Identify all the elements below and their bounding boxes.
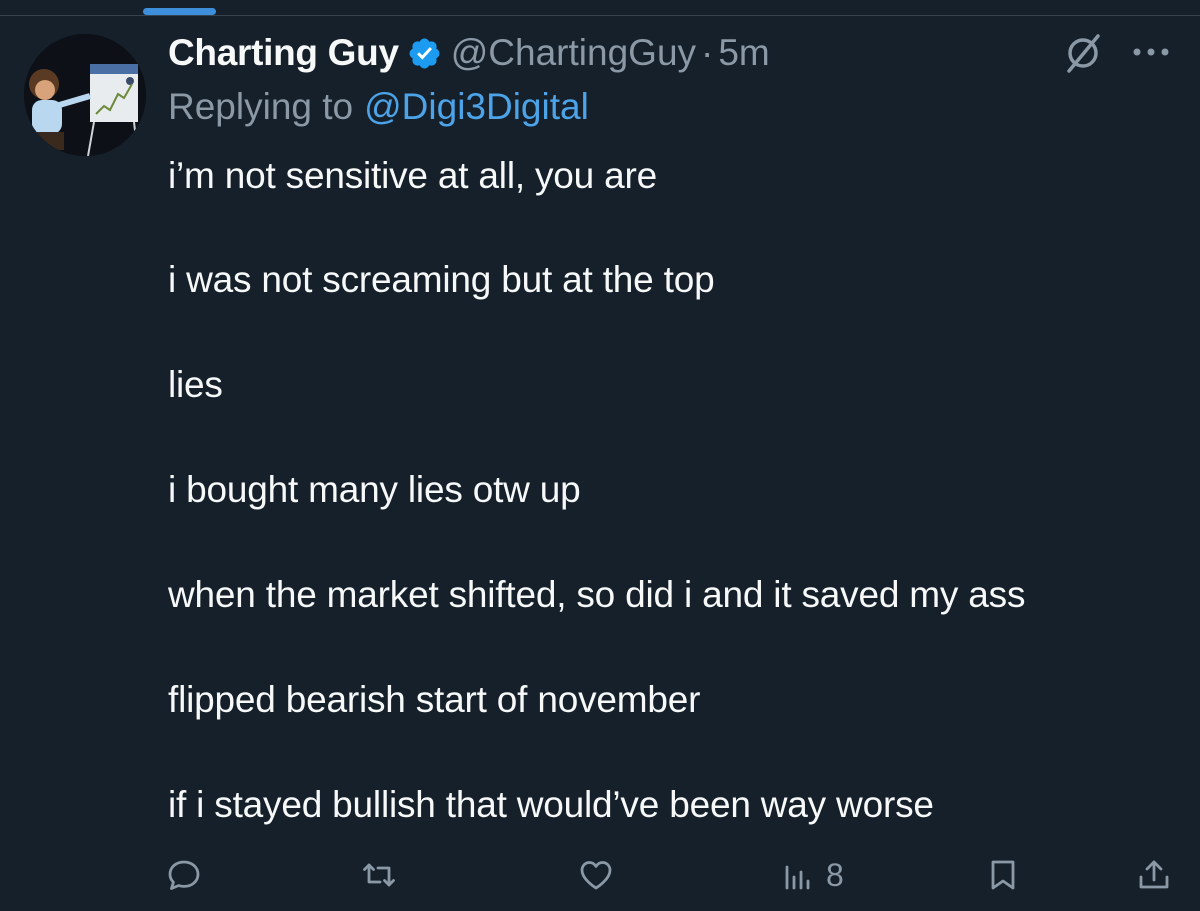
- verified-badge-icon[interactable]: [407, 36, 442, 71]
- views-button[interactable]: 8: [780, 845, 844, 905]
- divider: [0, 15, 1200, 16]
- handle[interactable]: @ChartingGuy: [451, 32, 696, 74]
- timestamp[interactable]: 5m: [718, 32, 769, 74]
- scroll-indicator: [143, 8, 216, 15]
- tweet-screen: Charting Guy @ChartingGuy · 5m Replying …: [0, 0, 1200, 911]
- replying-to-line: Replying to @Digi3Digital: [168, 82, 589, 132]
- reply-icon: [166, 857, 202, 893]
- display-name[interactable]: Charting Guy: [168, 32, 399, 74]
- tweet-line-5: when the market shifted, so did i and it…: [168, 574, 1026, 615]
- tweet-line-1: i’m not sensitive at all, you are: [168, 155, 658, 196]
- like-button[interactable]: [578, 845, 614, 905]
- tweet-line-3: lies: [168, 364, 223, 405]
- share-icon: [1136, 857, 1172, 893]
- grok-icon[interactable]: [1060, 30, 1106, 76]
- views-icon: [780, 857, 816, 893]
- reply-button[interactable]: [166, 845, 202, 905]
- bookmark-button[interactable]: [985, 845, 1021, 905]
- more-options-icon[interactable]: [1128, 34, 1174, 70]
- tweet-line-4: i bought many lies otw up: [168, 469, 581, 510]
- tweet-header: Charting Guy @ChartingGuy · 5m: [168, 28, 770, 78]
- replying-to-link[interactable]: @Digi3Digital: [364, 86, 589, 128]
- bookmark-icon: [985, 857, 1021, 893]
- replying-label: Replying to: [168, 86, 354, 127]
- tweet-line-2: i was not screaming but at the top: [168, 259, 715, 300]
- retweet-button[interactable]: [361, 845, 397, 905]
- share-button[interactable]: [1136, 845, 1172, 905]
- retweet-icon: [361, 857, 397, 893]
- avatar[interactable]: [24, 34, 146, 156]
- views-count: 8: [826, 856, 844, 893]
- tweet-line-6: flipped bearish start of november: [168, 679, 701, 720]
- action-bar: 8: [0, 845, 1200, 905]
- tweet-line-7: if i stayed bullish that would’ve been w…: [168, 784, 934, 825]
- separator: ·: [701, 32, 714, 73]
- heart-icon: [578, 857, 614, 893]
